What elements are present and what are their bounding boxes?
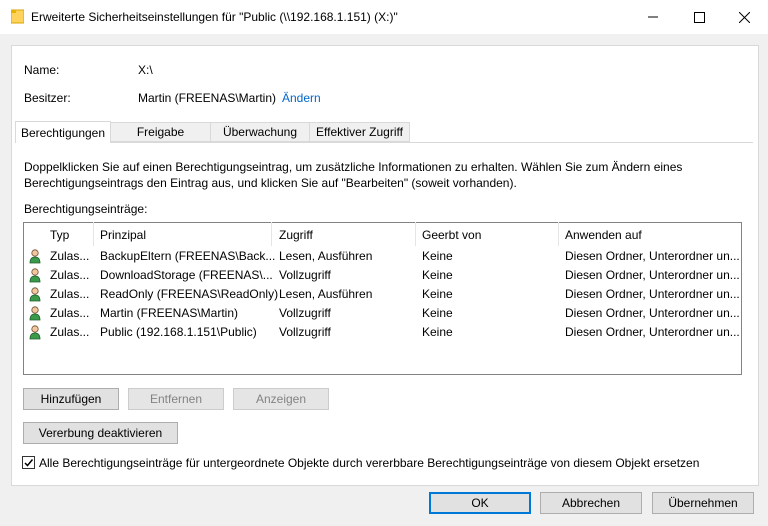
cancel-button-label: Abbrechen bbox=[561, 496, 621, 510]
cell-zugriff: Vollzugriff bbox=[279, 325, 331, 339]
column-header-anwenden[interactable]: Anwenden auf bbox=[565, 228, 642, 244]
cell-zugriff: Lesen, Ausführen bbox=[279, 249, 373, 263]
cell-typ: Zulas... bbox=[50, 306, 90, 320]
minimize-button[interactable] bbox=[630, 0, 676, 34]
cell-anwenden: Diesen Ordner, Unterordner un... bbox=[565, 249, 740, 263]
cell-zugriff: Vollzugriff bbox=[279, 268, 331, 282]
folder-icon bbox=[11, 9, 24, 24]
tab-ueberwachung[interactable]: Überwachung bbox=[210, 122, 310, 142]
cell-geerbt: Keine bbox=[422, 249, 453, 263]
maximize-button[interactable] bbox=[676, 0, 722, 34]
remove-button[interactable]: Entfernen bbox=[128, 388, 224, 410]
table-row[interactable]: Zulas... Martin (FREENAS\Martin) Vollzug… bbox=[24, 304, 740, 323]
cancel-button[interactable]: Abbrechen bbox=[540, 492, 642, 514]
cell-anwenden: Diesen Ordner, Unterordner un... bbox=[565, 306, 740, 320]
tab-label: Berechtigungen bbox=[20, 125, 106, 140]
add-button-label: Hinzufügen bbox=[40, 392, 102, 406]
add-button[interactable]: Hinzufügen bbox=[23, 388, 119, 410]
column-separator[interactable] bbox=[415, 222, 416, 246]
cell-geerbt: Keine bbox=[422, 268, 453, 282]
tab-label: Freigabe bbox=[136, 125, 185, 139]
user-icon bbox=[29, 268, 41, 283]
tab-divider bbox=[15, 142, 753, 143]
user-icon bbox=[29, 325, 41, 340]
ok-button-label: OK bbox=[471, 496, 489, 510]
view-button[interactable]: Anzeigen bbox=[233, 388, 329, 410]
change-owner-link[interactable]: Ändern bbox=[282, 91, 321, 105]
cell-anwenden: Diesen Ordner, Unterordner un... bbox=[565, 287, 740, 301]
checkmark-icon bbox=[24, 459, 34, 467]
cell-prinzipal: BackupEltern (FREENAS\Back... bbox=[100, 249, 276, 263]
ok-button[interactable]: OK bbox=[429, 492, 531, 514]
column-header-typ[interactable]: Typ bbox=[50, 228, 69, 244]
column-separator[interactable] bbox=[271, 222, 272, 246]
window-title: Erweiterte Sicherheitseinstellungen für … bbox=[31, 10, 398, 24]
close-button[interactable] bbox=[721, 0, 767, 34]
column-separator[interactable] bbox=[558, 222, 559, 246]
cell-typ: Zulas... bbox=[50, 268, 90, 282]
tab-label: Überwachung bbox=[222, 125, 298, 139]
tab-effektiver-zugriff[interactable]: Effektiver Zugriff bbox=[309, 122, 410, 142]
remove-button-label: Entfernen bbox=[149, 392, 203, 406]
column-header-geerbt[interactable]: Geerbt von bbox=[422, 228, 481, 244]
title-bar: Erweiterte Sicherheitseinstellungen für … bbox=[0, 0, 768, 34]
table-row[interactable]: Zulas... DownloadStorage (FREENAS\... Vo… bbox=[24, 266, 740, 285]
description-line-2: Berechtigungseintrags den Eintrag aus, u… bbox=[24, 176, 517, 190]
cell-anwenden: Diesen Ordner, Unterordner un... bbox=[565, 268, 740, 282]
owner-label: Besitzer: bbox=[24, 91, 71, 105]
cell-geerbt: Keine bbox=[422, 287, 453, 301]
cell-prinzipal: ReadOnly (FREENAS\ReadOnly) bbox=[100, 287, 279, 301]
owner-value: Martin (FREENAS\Martin) bbox=[138, 91, 277, 105]
cell-prinzipal: Martin (FREENAS\Martin) bbox=[100, 306, 239, 320]
name-label: Name: bbox=[24, 63, 60, 77]
cell-prinzipal: Public (192.168.1.151\Public) bbox=[100, 325, 257, 339]
minimize-icon bbox=[648, 16, 658, 18]
cell-geerbt: Keine bbox=[422, 306, 453, 320]
cell-zugriff: Lesen, Ausführen bbox=[279, 287, 373, 301]
entries-label: Berechtigungseinträge: bbox=[24, 202, 148, 216]
replace-child-permissions-checkbox[interactable] bbox=[22, 456, 35, 469]
cell-typ: Zulas... bbox=[50, 287, 90, 301]
column-separator[interactable] bbox=[93, 222, 94, 246]
cell-geerbt: Keine bbox=[422, 325, 453, 339]
apply-button[interactable]: Übernehmen bbox=[652, 492, 754, 514]
cell-typ: Zulas... bbox=[50, 325, 90, 339]
user-icon bbox=[29, 306, 41, 321]
tab-label: Effektiver Zugriff bbox=[316, 125, 403, 139]
apply-button-label: Übernehmen bbox=[668, 496, 738, 510]
user-icon bbox=[29, 249, 41, 264]
cell-typ: Zulas... bbox=[50, 249, 90, 263]
cell-zugriff: Vollzugriff bbox=[279, 306, 331, 320]
maximize-icon bbox=[693, 11, 705, 23]
column-header-prinzipal[interactable]: Prinzipal bbox=[100, 228, 146, 244]
disable-inheritance-label: Vererbung deaktivieren bbox=[38, 426, 163, 440]
tab-berechtigungen[interactable]: Berechtigungen bbox=[15, 121, 111, 143]
view-button-label: Anzeigen bbox=[255, 392, 307, 406]
disable-inheritance-button[interactable]: Vererbung deaktivieren bbox=[23, 422, 178, 444]
cell-prinzipal: DownloadStorage (FREENAS\... bbox=[100, 268, 273, 282]
column-header-zugriff[interactable]: Zugriff bbox=[279, 228, 313, 244]
description-line-1: Doppelklicken Sie auf einen Berechtigung… bbox=[24, 160, 683, 174]
close-icon bbox=[738, 11, 750, 23]
table-row[interactable]: Zulas... BackupEltern (FREENAS\Back... L… bbox=[24, 247, 740, 266]
tab-freigabe[interactable]: Freigabe bbox=[110, 122, 211, 142]
replace-child-permissions-label[interactable]: Alle Berechtigungseinträge für untergeor… bbox=[39, 456, 699, 470]
cell-anwenden: Diesen Ordner, Unterordner un... bbox=[565, 325, 740, 339]
user-icon bbox=[29, 287, 41, 302]
table-row[interactable]: Zulas... ReadOnly (FREENAS\ReadOnly) Les… bbox=[24, 285, 740, 304]
table-row[interactable]: Zulas... Public (192.168.1.151\Public) V… bbox=[24, 323, 740, 342]
name-value: X:\ bbox=[138, 63, 153, 77]
